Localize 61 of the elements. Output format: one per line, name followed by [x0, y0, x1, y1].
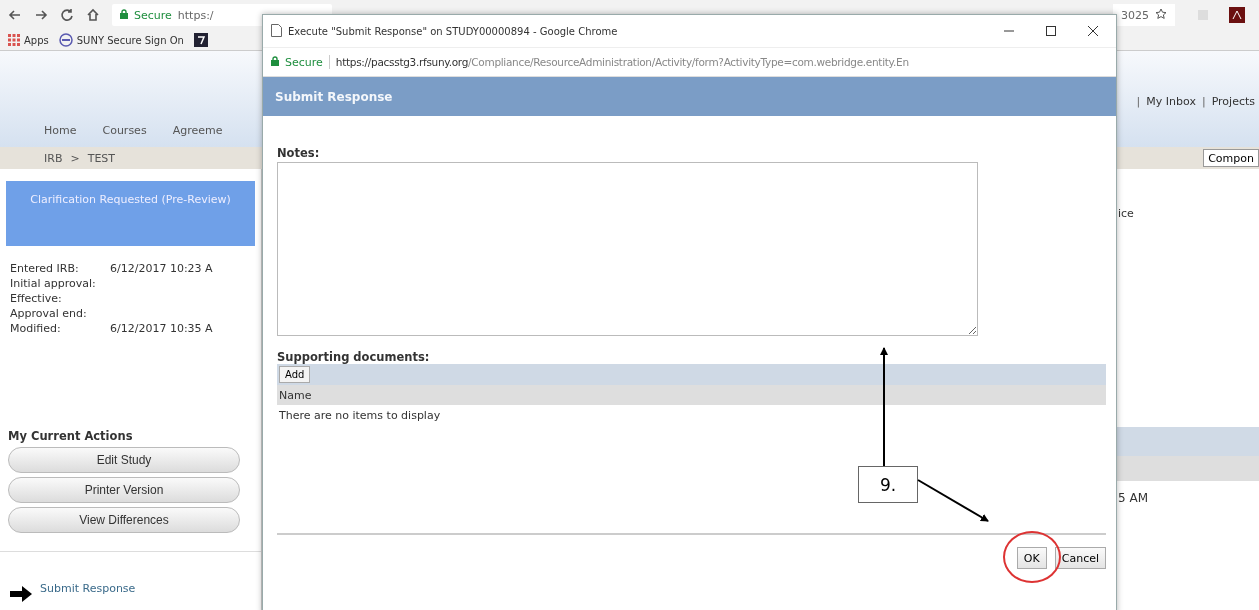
ok-button[interactable]: OK — [1016, 547, 1047, 569]
maximize-icon[interactable] — [1046, 26, 1056, 36]
field-label: Supporting documents: — [277, 350, 430, 364]
breadcrumb-link[interactable]: IRB — [44, 151, 63, 165]
url-text: https://pacsstg3.rfsuny.org/Compliance/ResourceAdministration/Activity/form?ActivityType=com.webridge.entity.En — [335, 56, 909, 68]
nav-tab[interactable]: Agreeme — [172, 124, 223, 137]
detail-label: Initial approval: — [10, 277, 97, 290]
breadcrumb-link[interactable]: TEST — [87, 151, 116, 165]
body-text: ice — [1118, 207, 1134, 220]
notes-field[interactable] — [277, 162, 978, 336]
url-text: 3025 — [1121, 8, 1149, 22]
submit-link[interactable]: Submit Response — [40, 581, 136, 595]
annotation-arrow — [917, 479, 989, 522]
address-bar[interactable]: 3025 — [1113, 4, 1175, 26]
secure-label: Secure — [134, 8, 172, 22]
action-button[interactable]: Printer Version — [8, 477, 240, 503]
bookmark[interactable]: Apps — [8, 34, 49, 46]
component-button[interactable]: Compon — [1203, 149, 1259, 167]
add-button[interactable]: Add — [279, 366, 311, 383]
action-button[interactable]: Edit Study — [8, 447, 240, 473]
detail-value: 6/12/2017 10:35 A — [110, 322, 213, 335]
no-entry-icon — [58, 33, 73, 47]
section-heading: My Current Actions — [8, 429, 134, 443]
timestamp: 5 AM — [1118, 491, 1148, 505]
separator: | — [1201, 95, 1206, 108]
url-text: https:/ — [177, 8, 214, 22]
tile-icon — [193, 33, 208, 47]
detail-value: 6/12/2017 10:23 A — [110, 262, 213, 275]
detail-label: Approval end: — [10, 307, 88, 320]
secure-label: Secure — [285, 55, 323, 69]
reload-icon[interactable] — [60, 8, 74, 22]
nav-tab[interactable]: Home — [44, 124, 77, 137]
header-link[interactable]: Projects — [1211, 95, 1255, 108]
dialog-header: Submit Response — [263, 77, 1116, 116]
page-icon — [271, 23, 282, 39]
header-link[interactable]: My Inbox — [1146, 95, 1196, 108]
pdf-extension-icon[interactable] — [1229, 7, 1245, 23]
bookmark[interactable]: SUNY Secure Sign On — [58, 33, 184, 47]
arrow-icon — [10, 586, 32, 602]
lock-icon — [271, 55, 279, 69]
separator: | — [1136, 95, 1141, 108]
action-button[interactable]: View Differences — [8, 507, 240, 533]
apps-icon — [8, 34, 20, 46]
forward-icon[interactable] — [34, 8, 48, 22]
back-icon[interactable] — [8, 8, 22, 22]
nav-tab[interactable]: Courses — [102, 124, 147, 137]
detail-label: Entered IRB: — [10, 262, 80, 275]
bookmark[interactable] — [193, 33, 208, 47]
detail-label: Modified: — [10, 322, 62, 335]
column-header: Name — [277, 385, 1106, 405]
lock-icon — [120, 8, 128, 22]
window-title: Execute "Submit Response" on STUDY00000894 - Google Chrome — [288, 25, 619, 37]
status-banner: Clarification Requested (Pre-Review) — [6, 181, 255, 246]
field-label: Notes: — [277, 146, 320, 160]
callout-label: 9. — [858, 466, 918, 503]
cancel-button[interactable]: Cancel — [1054, 547, 1106, 569]
home-icon[interactable] — [86, 8, 100, 22]
close-icon[interactable] — [1088, 26, 1098, 36]
breadcrumb-separator: > — [70, 151, 80, 165]
empty-message: There are no items to display — [278, 408, 441, 422]
detail-label: Effective: — [10, 292, 63, 305]
